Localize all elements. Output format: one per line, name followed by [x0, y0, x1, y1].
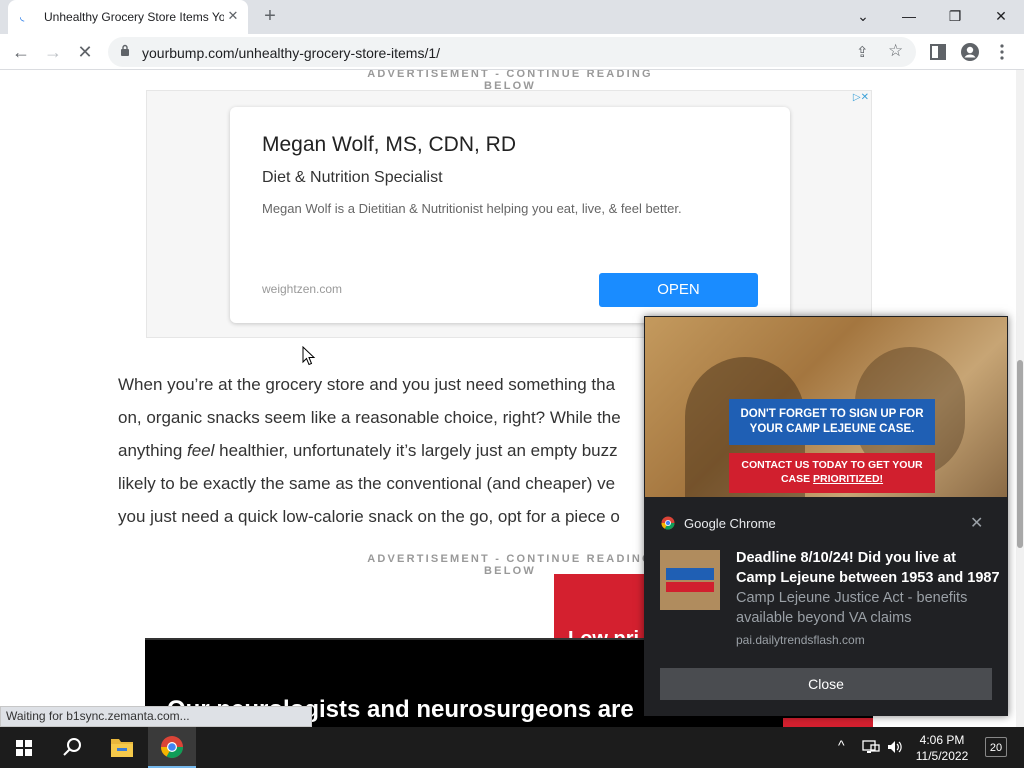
mouse-cursor-icon [302, 346, 316, 366]
emphasis-text: feel [187, 441, 215, 460]
advertisement-banner[interactable]: ▷✕ Megan Wolf, MS, CDN, RD Diet & Nutrit… [146, 90, 872, 338]
action-center-badge[interactable]: 20 [985, 737, 1007, 757]
forward-button[interactable]: → [40, 39, 66, 65]
tab-active[interactable]: ◟ Unhealthy Grocery Store Items You ✕ [8, 0, 248, 34]
notification-origin: pai.dailytrendsflash.com [736, 633, 865, 647]
clock-time: 4:06 PM [919, 733, 965, 747]
bookmark-star-icon[interactable]: ☆ [888, 41, 903, 61]
notification-dismiss-icon[interactable]: ✕ [970, 513, 983, 533]
ad-title[interactable]: Megan Wolf, MS, CDN, RD [262, 133, 516, 157]
system-clock[interactable]: 4:06 PM 11/5/2022 [914, 732, 970, 764]
chrome-notification[interactable]: DON'T FORGET TO SIGN UP FOR YOUR CAMP LE… [644, 316, 1008, 716]
ad-open-button[interactable]: OPEN [599, 273, 758, 307]
ad-domain: weightzen.com [262, 282, 343, 296]
video-ad-graphic [783, 718, 873, 727]
window-close-button[interactable]: ✕ [978, 0, 1024, 34]
tab-search-button[interactable]: ⌄ [840, 0, 886, 34]
ad-description: Megan Wolf is a Dietitian & Nutritionist… [262, 201, 682, 216]
restore-button[interactable]: ❐ [932, 0, 978, 34]
notification-thumbnail [660, 550, 720, 610]
notification-body: Camp Lejeune Justice Act - benefits avai… [736, 590, 968, 626]
browser-toolbar: ← → ✕ yourbump.com/unhealthy-grocery-sto… [0, 34, 1024, 70]
notification-headline-line: Deadline 8/10/24! Did you live at [736, 550, 956, 566]
address-bar[interactable]: yourbump.com/unhealthy-grocery-store-ite… [108, 37, 916, 67]
thumbnail-banner [666, 582, 714, 592]
new-tab-button[interactable]: + [258, 5, 282, 29]
side-panel-icon[interactable] [928, 42, 948, 62]
stop-loading-button[interactable]: ✕ [72, 39, 98, 65]
show-hidden-icons-icon[interactable]: ^ [838, 737, 845, 753]
tab-title: Unhealthy Grocery Store Items You [44, 10, 224, 24]
loading-favicon-icon: ◟ [20, 11, 25, 23]
notification-hero-image[interactable]: DON'T FORGET TO SIGN UP FOR YOUR CAMP LE… [645, 317, 1007, 497]
network-icon[interactable] [862, 739, 880, 755]
notification-headline[interactable]: Deadline 8/10/24! Did you live at Camp L… [736, 548, 1002, 588]
windows-start-icon[interactable] [0, 727, 48, 768]
hero-banner-bottom: CONTACT US TODAY TO GET YOUR CASE PRIORI… [729, 453, 935, 493]
search-icon[interactable] [48, 727, 96, 768]
notification-source: Google Chrome [684, 516, 776, 531]
volume-icon[interactable] [886, 739, 904, 755]
notification-close-button[interactable]: Close [660, 668, 992, 700]
hero-banner-top: DON'T FORGET TO SIGN UP FOR YOUR CAMP LE… [729, 399, 935, 445]
windows-taskbar: ^ 4:06 PM 11/5/2022 20 [0, 727, 1024, 768]
adchoices-icon[interactable]: ▷✕ [853, 92, 869, 103]
page-scrollbar[interactable] [1016, 70, 1024, 727]
back-button[interactable]: ← [8, 39, 34, 65]
ad-card[interactable]: Megan Wolf, MS, CDN, RD Diet & Nutrition… [230, 107, 790, 323]
lock-icon[interactable] [120, 44, 130, 57]
tab-close-icon[interactable]: ✕ [224, 7, 242, 25]
status-bubble: Waiting for b1sync.zemanta.com... [0, 706, 312, 727]
hero-banner-bottom-emphasis: PRIORITIZED! [813, 473, 884, 485]
minimize-button[interactable]: — [886, 0, 932, 34]
clock-date: 11/5/2022 [915, 749, 969, 763]
ad-label: ADVERTISEMENT - CONTINUE READING BELOW [367, 70, 653, 92]
share-icon[interactable]: ⇪ [856, 43, 869, 61]
file-explorer-icon[interactable] [98, 727, 146, 768]
chrome-logo-icon [661, 516, 675, 530]
url-text[interactable]: yourbump.com/unhealthy-grocery-store-ite… [142, 45, 440, 61]
notification-headline-line: Camp Lejeune between 1953 and 1987 [736, 570, 1000, 586]
scrollbar-thumb[interactable] [1017, 360, 1023, 548]
chrome-taskbar-app[interactable] [148, 727, 196, 768]
tab-strip: ◟ Unhealthy Grocery Store Items You ✕ + … [0, 0, 1024, 34]
ad-subtitle: Diet & Nutrition Specialist [262, 169, 443, 186]
chrome-menu-icon[interactable] [992, 42, 1012, 62]
profile-avatar-icon[interactable] [960, 42, 980, 62]
chrome-logo-icon [161, 736, 183, 759]
thumbnail-banner [666, 568, 714, 580]
